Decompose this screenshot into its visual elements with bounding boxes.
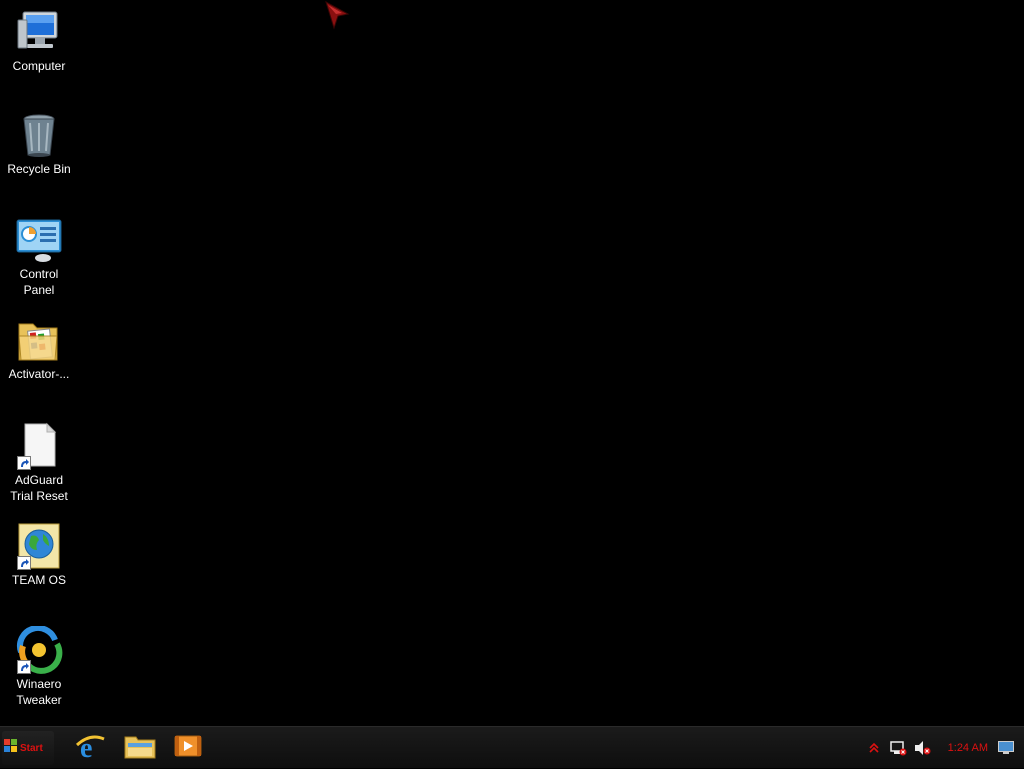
shortcut-arrow-icon bbox=[17, 660, 31, 674]
show-hidden-icons-arrow[interactable] bbox=[865, 739, 883, 757]
control-panel-icon bbox=[15, 216, 63, 264]
taskbar-pin-internet-explorer[interactable]: e bbox=[72, 732, 108, 764]
desktop-icon-recycle-bin[interactable]: Recycle Bin bbox=[1, 111, 77, 177]
taskbar-pin-media-player[interactable] bbox=[170, 732, 206, 764]
folder-icon bbox=[15, 316, 63, 364]
desktop-icon-computer[interactable]: Computer bbox=[1, 8, 77, 74]
taskbar-pin-file-explorer[interactable] bbox=[122, 732, 158, 764]
system-tray: 1:24 AM bbox=[862, 727, 1024, 769]
mouse-cursor-icon bbox=[324, 0, 350, 32]
start-label: Start bbox=[20, 742, 43, 754]
recycle-bin-icon bbox=[15, 111, 63, 159]
show-desktop-icon[interactable] bbox=[998, 741, 1014, 755]
desktop-icon-control-panel[interactable]: Control Panel bbox=[1, 216, 77, 298]
taskbar: Start e 1:24 AM bbox=[0, 726, 1024, 768]
globe-shortcut-icon bbox=[15, 522, 63, 570]
taskbar-clock[interactable]: 1:24 AM bbox=[948, 742, 988, 754]
shortcut-arrow-icon bbox=[17, 556, 31, 570]
network-icon[interactable] bbox=[889, 739, 907, 757]
windows-logo-icon bbox=[4, 738, 18, 758]
desktop-icon-team-os[interactable]: TEAM OS bbox=[1, 522, 77, 588]
desktop-icon-activator-folder[interactable]: Activator-... bbox=[1, 316, 77, 382]
internet-explorer-icon: e bbox=[74, 731, 106, 766]
start-button[interactable]: Start bbox=[2, 731, 54, 765]
shortcut-arrow-icon bbox=[17, 456, 31, 470]
volume-muted-icon[interactable] bbox=[913, 739, 931, 757]
desktop-icon-winaero-tweaker[interactable]: Winaero Tweaker bbox=[1, 625, 77, 708]
desktop-icon-label: Activator-... bbox=[8, 367, 70, 381]
file-explorer-icon bbox=[124, 733, 156, 764]
media-player-icon bbox=[174, 734, 202, 763]
desktop-icon-label: Recycle Bin bbox=[7, 162, 71, 176]
desktop-icon-label: TEAM OS bbox=[11, 573, 66, 587]
desktop-icon-label: Winaero Tweaker bbox=[16, 677, 62, 707]
desktop-icon-adguard-trial-reset[interactable]: AdGuard Trial Reset bbox=[1, 422, 77, 504]
desktop: Computer Recycle Bin Control Panel Activ… bbox=[0, 0, 1024, 726]
document-shortcut-icon bbox=[15, 422, 63, 470]
computer-icon bbox=[15, 8, 63, 56]
desktop-icon-label: Computer bbox=[12, 59, 66, 73]
winaero-shortcut-icon bbox=[15, 625, 63, 674]
desktop-icon-label: AdGuard Trial Reset bbox=[10, 473, 68, 503]
desktop-icon-label: Control Panel bbox=[19, 267, 59, 297]
